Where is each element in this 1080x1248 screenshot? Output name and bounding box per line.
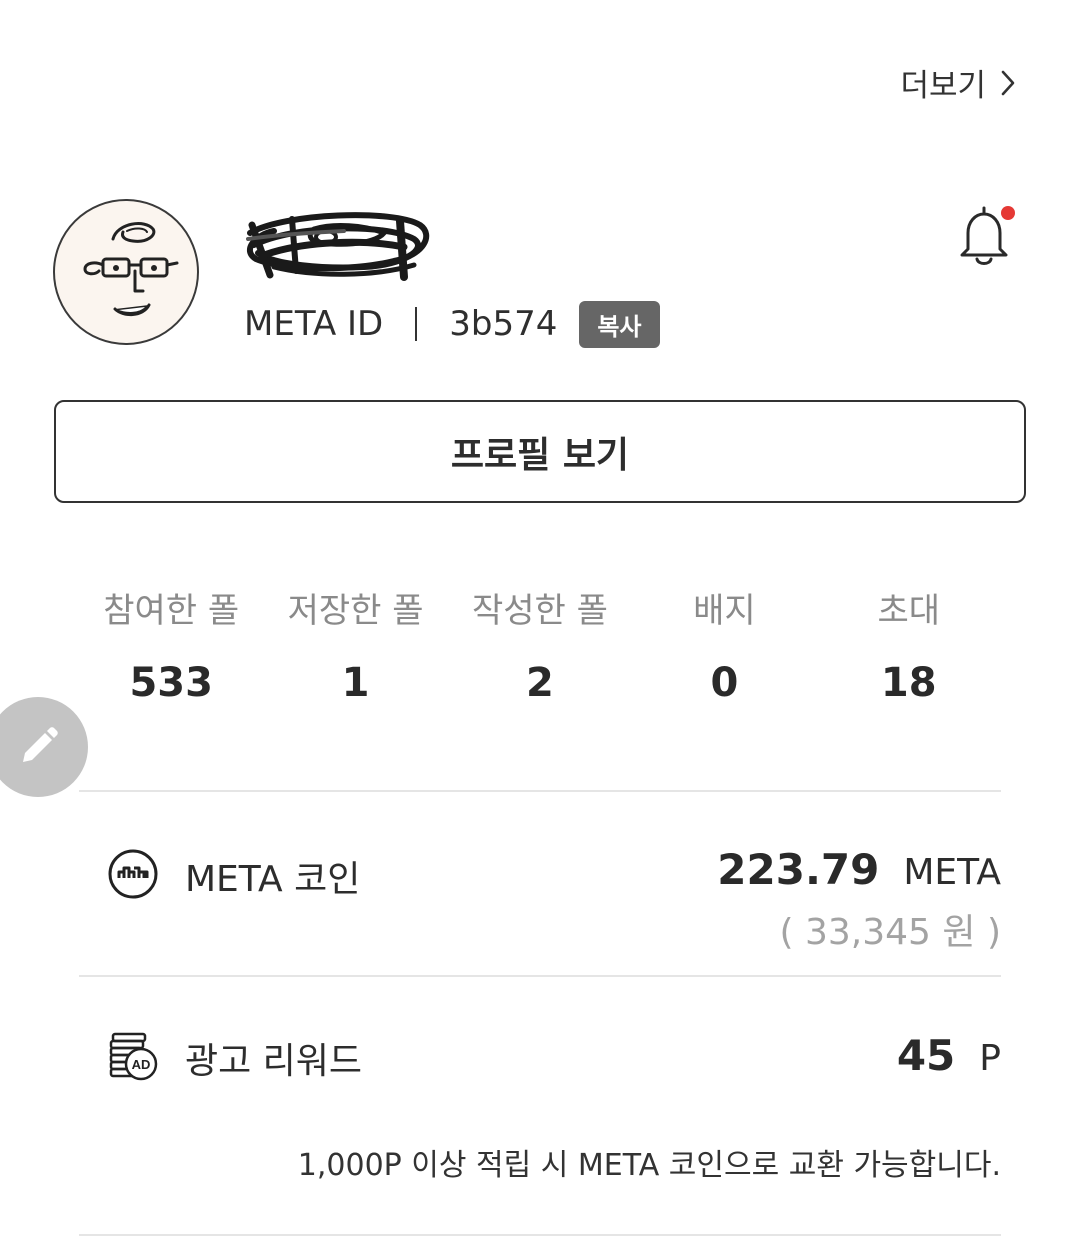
- meta-id-separator: [415, 307, 418, 341]
- ad-reward-amount: 45 P: [897, 1031, 1001, 1080]
- avatar[interactable]: [53, 199, 199, 345]
- stat-label: 저장한 폴: [287, 591, 424, 631]
- more-link[interactable]: 더보기: [900, 60, 1016, 105]
- meta-id-value: 3b574: [449, 304, 558, 344]
- stat-label: 참여한 폴: [103, 591, 240, 631]
- meta-id-row: META ID 3b574 복사: [244, 300, 660, 348]
- copy-button[interactable]: 복사: [579, 300, 660, 348]
- divider: [79, 1234, 1001, 1236]
- divider: [79, 790, 1001, 792]
- stat-value: 533: [129, 660, 213, 706]
- meta-coin-icon: [107, 848, 159, 904]
- ad-reward-note: 1,000P 이상 적립 시 META 코인으로 교환 가능합니다.: [297, 1148, 1001, 1183]
- bell-icon[interactable]: [956, 203, 1016, 269]
- ad-coins-icon: AD: [107, 1030, 159, 1086]
- stat-label: 배지: [693, 591, 756, 631]
- stat-created-polls[interactable]: 작성한 폴 2: [448, 585, 632, 707]
- ad-reward-unit: P: [979, 1038, 1001, 1079]
- divider: [79, 975, 1001, 977]
- stat-value: 2: [526, 660, 554, 706]
- meta-coin-krw-value: ( 33,345 원 ): [779, 912, 1001, 953]
- meta-coin-row[interactable]: META 코인: [107, 848, 360, 904]
- stat-label: 초대: [877, 591, 941, 631]
- meta-coin-value: 223.79: [717, 845, 880, 894]
- meta-coin-label: META 코인: [185, 859, 361, 900]
- pencil-icon: [23, 727, 58, 762]
- username-redacted: [244, 205, 434, 283]
- meta-coin-amount: 223.79 META: [717, 845, 1001, 894]
- stat-value: 0: [710, 660, 739, 706]
- stat-badges[interactable]: 배지 0: [632, 585, 816, 707]
- chevron-right-icon: [1000, 69, 1016, 97]
- meta-id-label: META ID: [244, 304, 384, 344]
- stats-row: 참여한 폴 533 저장한 폴 1 작성한 폴 2 배지 0 초대 18: [79, 585, 1001, 707]
- meta-coin-unit: META: [903, 852, 1001, 893]
- stat-saved-polls[interactable]: 저장한 폴 1: [263, 585, 447, 707]
- view-profile-button[interactable]: 프로필 보기: [54, 400, 1026, 503]
- edit-fab-button[interactable]: [0, 697, 88, 797]
- stat-value: 18: [880, 660, 937, 706]
- stat-label: 작성한 폴: [472, 591, 608, 631]
- more-label: 더보기: [900, 68, 986, 104]
- stat-invites[interactable]: 초대 18: [817, 585, 1001, 707]
- stat-participated-polls[interactable]: 참여한 폴 533: [79, 585, 263, 707]
- cartoon-face-avatar-icon: [83, 222, 179, 316]
- svg-text:AD: AD: [132, 1057, 151, 1072]
- notification-dot: [1001, 206, 1015, 220]
- ad-reward-value: 45: [896, 1031, 956, 1080]
- stat-value: 1: [341, 660, 370, 706]
- ad-reward-label: 광고 리워드: [185, 1041, 363, 1082]
- ad-reward-row[interactable]: AD 광고 리워드: [107, 1030, 362, 1086]
